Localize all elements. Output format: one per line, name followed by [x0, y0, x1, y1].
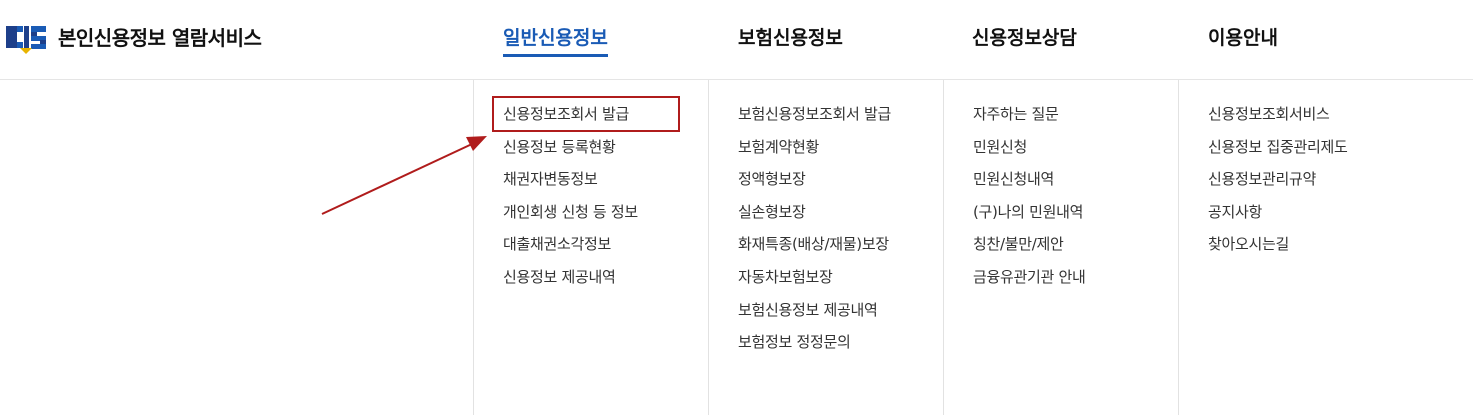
gnb-general-credit-info[interactable]: 일반신용정보	[503, 24, 608, 57]
submenu-item-complaint-history[interactable]: 민원신청내역	[973, 166, 1085, 199]
site-logo[interactable]: 본인신용정보 열람서비스	[6, 22, 262, 54]
submenu-item-insurance-report-issue[interactable]: 보험신용정보조회서 발급	[738, 101, 891, 134]
submenu-item-faq[interactable]: 자주하는 질문	[973, 101, 1085, 134]
cis-logo-icon	[6, 22, 48, 54]
submenu-item-notices[interactable]: 공지사항	[1208, 199, 1347, 232]
site-title: 본인신용정보 열람서비스	[58, 26, 262, 50]
submenu-item-credit-provision-history[interactable]: 신용정보 제공내역	[503, 264, 638, 297]
submenu-item-insurance-contract-status[interactable]: 보험계약현황	[738, 134, 891, 167]
submenu-item-credit-inquiry-service[interactable]: 신용정보조회서비스	[1208, 101, 1347, 134]
submenu-item-financial-institutions[interactable]: 금융유관기관 안내	[973, 264, 1086, 297]
column-divider	[943, 80, 944, 415]
submenu-credit-consulting: 자주하는 질문 민원신청 민원신청내역 (구)나의 민원내역 칭찬/불만/제안 …	[973, 101, 1086, 297]
submenu-item-credit-registration-status[interactable]: 신용정보 등록현황	[503, 134, 638, 167]
site-header: 본인신용정보 열람서비스 일반신용정보 보험신용정보 신용정보상담 이용안내	[0, 0, 1473, 80]
submenu-item-insurance-correction-inquiry[interactable]: 보험정보 정정문의	[738, 329, 891, 362]
column-divider	[473, 80, 474, 415]
submenu-item-fixed-amount-coverage[interactable]: 정액형보장	[738, 166, 891, 199]
column-divider	[1178, 80, 1179, 415]
submenu-usage-guide: 신용정보조회서비스 신용정보 집중관리제도 신용정보관리규약 공지사항 찾아오시…	[1208, 101, 1348, 264]
submenu-item-central-management[interactable]: 신용정보 집중관리제도	[1208, 134, 1348, 167]
gnb-usage-guide[interactable]: 이용안내	[1208, 24, 1278, 52]
submenu-item-auto-insurance-coverage[interactable]: 자동차보험보장	[738, 264, 891, 297]
submenu-item-personal-rehabilitation-info[interactable]: 개인회생 신청 등 정보	[503, 199, 638, 232]
submenu-item-indemnity-coverage[interactable]: 실손형보장	[738, 199, 891, 232]
submenu-item-legacy-complaint-history[interactable]: (구)나의 민원내역	[973, 199, 1085, 232]
submenu-insurance-credit-info: 보험신용정보조회서 발급 보험계약현황 정액형보장 실손형보장 화재특종(배상/…	[738, 101, 891, 362]
submenu-item-feedback[interactable]: 칭찬/불만/제안	[973, 231, 1085, 264]
column-divider	[708, 80, 709, 415]
submenu-item-creditor-change-info[interactable]: 채권자변동정보	[503, 166, 638, 199]
gnb-credit-consulting[interactable]: 신용정보상담	[972, 24, 1077, 52]
submenu-item-fire-special-coverage[interactable]: 화재특종(배상/재물)보장	[738, 231, 891, 264]
highlight-box	[492, 96, 680, 132]
submenu-item-directions[interactable]: 찾아오시는길	[1208, 231, 1347, 264]
submenu-item-insurance-provision-history[interactable]: 보험신용정보 제공내역	[738, 297, 891, 330]
gnb-insurance-credit-info[interactable]: 보험신용정보	[738, 24, 843, 52]
submenu-item-complaint-request[interactable]: 민원신청	[973, 134, 1085, 167]
submenu-item-management-rules[interactable]: 신용정보관리규약	[1208, 166, 1347, 199]
submenu-item-loan-write-off-info[interactable]: 대출채권소각정보	[503, 231, 638, 264]
